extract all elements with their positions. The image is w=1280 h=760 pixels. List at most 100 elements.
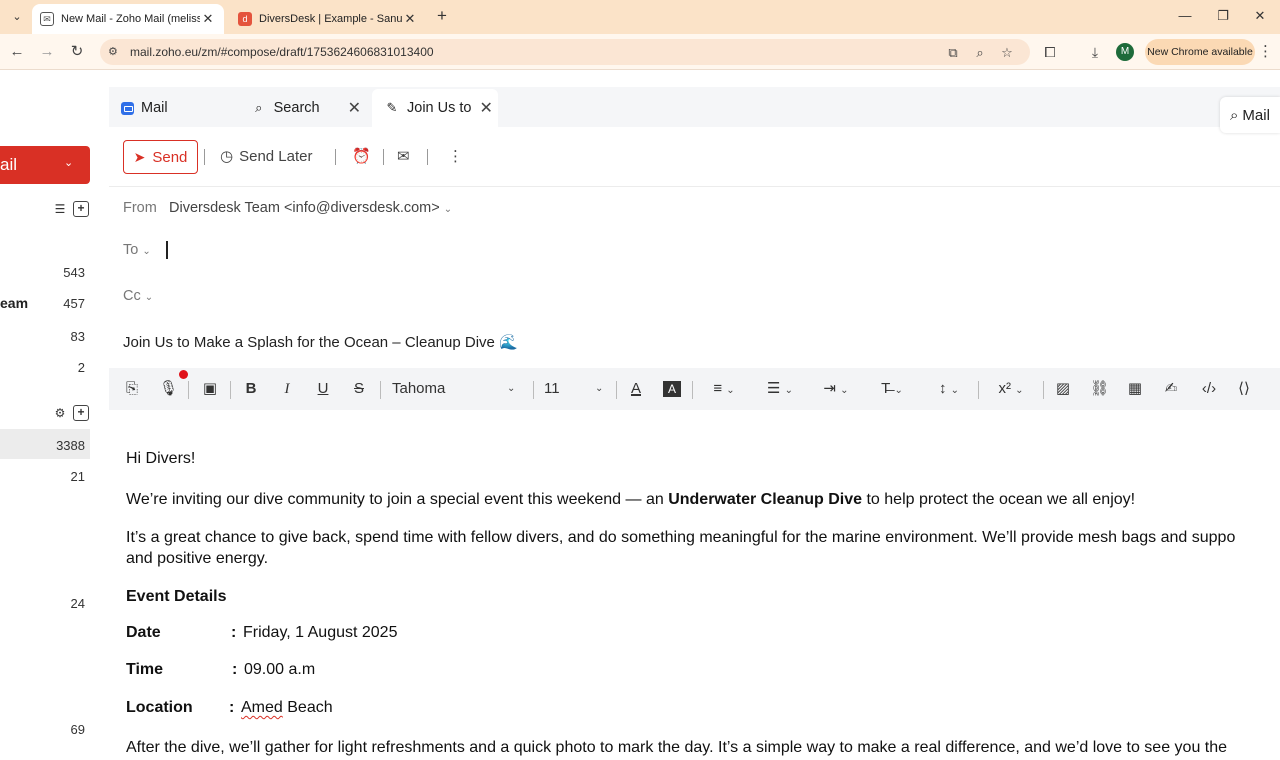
chevron-down-icon[interactable]: ⌄ <box>444 204 452 215</box>
close-icon[interactable]: ✕ <box>348 98 361 118</box>
close-icon[interactable]: ✕ <box>479 98 492 118</box>
microphone-icon[interactable]: 🎙 <box>159 378 178 400</box>
browser-tab-zoho-mail[interactable]: ✉ New Mail - Zoho Mail (melissa ✕ <box>32 4 224 34</box>
chevron-down-icon[interactable]: ⌄ <box>64 156 73 169</box>
send-button[interactable]: ➤ Send <box>123 140 198 174</box>
reload-icon[interactable]: ↻ <box>66 41 88 63</box>
formatting-toolbar: ⎘ 🎙 ▣ B I U S Tahoma ⌄ 11 ⌄ A A ≡ ⌄ ☰ ⌄ ⇥ … <box>109 368 1280 410</box>
new-mail-button[interactable]: ail ⌄ <box>0 146 90 184</box>
tab-mail[interactable]: Mail <box>121 89 241 127</box>
list-dropdown[interactable]: ☰ ⌄ <box>760 378 800 400</box>
cc-field-label[interactable]: Cc ⌄ <box>123 288 153 304</box>
add-folder-icon[interactable]: + <box>73 201 89 217</box>
folder-settings-icon[interactable]: ☰ <box>52 201 68 217</box>
align-dropdown[interactable]: ≡ ⌄ <box>704 378 744 400</box>
tab-compose-draft[interactable]: ✎ Join Us to ✕ <box>372 89 498 127</box>
tab-search-dropdown-icon[interactable]: ⌄ <box>6 7 28 27</box>
alarm-clock-icon[interactable]: ⏰ <box>352 147 371 167</box>
toolbar-divider <box>383 149 384 165</box>
toolbar-divider <box>616 381 617 399</box>
from-label: From <box>123 200 157 216</box>
image-icon[interactable]: ▨ <box>1054 378 1072 400</box>
send-later-button[interactable]: ◷ Send Later <box>220 147 312 167</box>
underline-icon[interactable]: U <box>315 378 331 400</box>
chevron-down-icon: ⌄ <box>595 383 604 394</box>
misspelled-word[interactable]: Amed <box>241 699 283 716</box>
zoom-icon[interactable]: ⌕ <box>971 44 989 62</box>
chevron-down-icon: ⌄ <box>1015 385 1024 396</box>
profile-avatar[interactable]: M <box>1116 43 1134 61</box>
superscript-icon: x² <box>998 380 1011 397</box>
chevron-down-icon: ⌄ <box>784 385 793 396</box>
signature-icon[interactable]: ✍ <box>1162 378 1180 400</box>
restore-icon[interactable]: ❐ <box>1210 6 1236 26</box>
from-field[interactable]: Diversdesk Team <info@diversdesk.com> ⌄ <box>169 200 452 216</box>
chevron-down-icon: ⌄ <box>142 246 151 257</box>
table-icon[interactable]: ▦ <box>1126 378 1144 400</box>
folder-count: 3388 <box>56 438 85 453</box>
folder-label[interactable]: eam <box>0 295 28 311</box>
line-spacing-icon: ↕ <box>938 380 947 397</box>
strikethrough-icon[interactable]: S <box>351 378 367 400</box>
toolbar-divider <box>188 381 189 399</box>
insert-image-icon[interactable]: ▣ <box>200 378 220 400</box>
address-bar[interactable]: ⚙ mail.zoho.eu/zm/#compose/draft/1753624… <box>100 39 1030 65</box>
close-icon[interactable]: ✕ <box>200 11 216 27</box>
code-icon[interactable]: ‹/› <box>1198 378 1220 400</box>
zoho-mail-favicon-icon: ✉ <box>40 12 54 26</box>
more-options-icon[interactable]: ⋮ <box>448 147 463 167</box>
minimize-icon[interactable]: — <box>1172 6 1198 26</box>
close-icon[interactable]: ✕ <box>402 11 418 27</box>
toolbar-divider <box>380 381 381 399</box>
attachment-icon[interactable]: ⎘ <box>123 378 141 400</box>
to-input-caret[interactable] <box>166 241 168 259</box>
folder-count: 69 <box>70 722 85 737</box>
download-icon[interactable]: ⤓ <box>1085 42 1105 62</box>
indent-dropdown[interactable]: ⇥ ⌄ <box>816 378 856 400</box>
html-source-icon[interactable]: ⟨⟩ <box>1234 378 1254 400</box>
superscript-dropdown[interactable]: x² ⌄ <box>989 378 1033 400</box>
to-field-label[interactable]: To ⌄ <box>123 242 151 258</box>
bold-icon[interactable]: B <box>243 378 259 400</box>
italic-icon[interactable]: I <box>279 378 295 400</box>
read-receipt-icon[interactable]: ✉ <box>397 147 410 167</box>
event-details-heading: Event Details <box>126 588 227 605</box>
site-info-icon[interactable]: ⚙ <box>108 45 122 59</box>
zoho-tab-strip: Mail ⌕ Search ✕ ✎ Join Us to ✕ ⌕ Mail <box>109 87 1280 133</box>
browser-tab-diversdesk[interactable]: d DiversDesk | Example - Sanur ✕ <box>230 4 426 34</box>
background-color-icon[interactable]: A <box>663 381 681 397</box>
browser-tab-strip: ⌄ ✉ New Mail - Zoho Mail (melissa ✕ d Di… <box>0 0 1280 34</box>
indent-icon: ⇥ <box>823 380 836 397</box>
window-close-icon[interactable]: ✕ <box>1247 6 1273 26</box>
url-text[interactable]: mail.zoho.eu/zm/#compose/draft/175362460… <box>130 45 434 59</box>
diversdesk-favicon-icon: d <box>238 12 252 26</box>
chrome-menu-icon[interactable]: ⋮ <box>1258 42 1273 62</box>
body-bold-text: Underwater Cleanup Dive <box>668 491 863 508</box>
subject-field[interactable]: Join Us to Make a Splash for the Ocean –… <box>123 333 518 351</box>
toolbar-divider <box>1043 381 1044 399</box>
toolbar-divider <box>204 149 205 165</box>
font-family-select[interactable]: Tahoma ⌄ <box>392 378 522 400</box>
add-icon[interactable]: + <box>73 405 89 421</box>
tab-search[interactable]: ⌕ Search ✕ <box>251 89 361 127</box>
gear-icon[interactable]: ⚙ <box>52 405 68 421</box>
clear-format-dropdown[interactable]: T̶ ⌄ <box>872 378 912 400</box>
global-search-label: Mail <box>1242 106 1270 124</box>
install-app-icon[interactable]: ⧉ <box>944 44 962 62</box>
link-icon[interactable]: ⛓ <box>1090 378 1109 400</box>
folder-count: 457 <box>63 296 85 311</box>
font-size-select[interactable]: 11 ⌄ <box>544 378 608 400</box>
chrome-update-button[interactable]: New Chrome available <box>1145 39 1255 65</box>
new-tab-button[interactable]: + <box>432 6 452 26</box>
extensions-puzzle-icon[interactable]: ⧠ <box>1040 42 1060 62</box>
chevron-down-icon: ⌄ <box>950 385 960 396</box>
forward-arrow-icon[interactable]: → <box>36 41 58 63</box>
back-arrow-icon[interactable]: ← <box>6 41 28 63</box>
global-search-button[interactable]: ⌕ Mail <box>1220 97 1280 133</box>
line-spacing-dropdown[interactable]: ↕ ⌄ <box>929 378 969 400</box>
browser-tab-title: New Mail - Zoho Mail (melissa <box>61 13 200 25</box>
tab-label: Search <box>273 100 320 116</box>
text-color-icon[interactable]: A <box>627 378 645 400</box>
bookmark-star-icon[interactable]: ☆ <box>998 44 1016 62</box>
body-text: Beach <box>282 699 333 716</box>
